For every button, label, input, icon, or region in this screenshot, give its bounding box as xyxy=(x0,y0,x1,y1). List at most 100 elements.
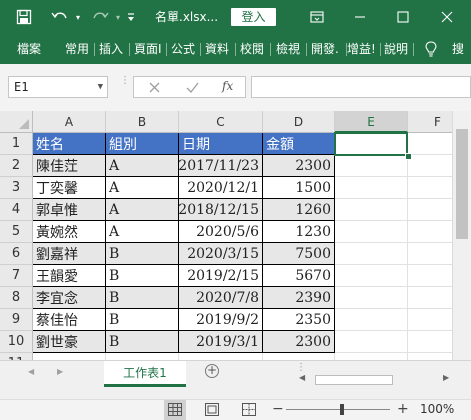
tab-help[interactable]: 說明 xyxy=(384,34,408,64)
cell-e11[interactable] xyxy=(335,353,408,360)
tab-file[interactable]: 檔案 xyxy=(17,34,41,64)
cell-b11[interactable] xyxy=(106,353,179,360)
zoom-slider-track[interactable] xyxy=(286,409,390,410)
selected-cell-e1[interactable] xyxy=(334,132,408,156)
zoom-out-button[interactable]: − xyxy=(272,401,284,417)
cell-f1[interactable] xyxy=(408,133,452,155)
cell-b5[interactable]: A xyxy=(106,221,179,243)
cell-e4[interactable] xyxy=(335,199,408,221)
cell-d8[interactable]: 2390 xyxy=(263,287,335,309)
ribbon-display-options-icon[interactable] xyxy=(303,0,331,34)
tab-view[interactable]: 檢視 xyxy=(276,34,300,64)
cell-e9[interactable] xyxy=(335,309,408,331)
tab-developer[interactable]: 開發. xyxy=(311,34,339,64)
cell-d4[interactable]: 1260 xyxy=(263,199,335,221)
cell-d5[interactable]: 1230 xyxy=(263,221,335,243)
save-icon[interactable] xyxy=(14,0,34,34)
tab-review[interactable]: 校閱 xyxy=(240,34,264,64)
cell-f2[interactable] xyxy=(408,155,452,177)
tab-split-dots-icon[interactable]: ⋮ xyxy=(296,363,306,373)
name-box[interactable]: E1 ▼ xyxy=(8,76,108,98)
undo-icon[interactable] xyxy=(48,0,72,34)
cell-c9[interactable]: 2019/9/2 xyxy=(179,309,263,331)
cell-c1[interactable]: 日期 xyxy=(179,133,263,155)
cell-c3[interactable]: 2020/12/1 xyxy=(179,177,263,199)
row-header-5[interactable]: 5 xyxy=(0,221,33,243)
cell-e2[interactable] xyxy=(335,155,408,177)
cell-a6[interactable]: 劉嘉祥 xyxy=(33,243,106,265)
horizontal-scrollbar[interactable]: ◀ ▶ xyxy=(299,373,471,387)
cell-f10[interactable] xyxy=(408,331,452,353)
zoom-level[interactable]: 100% xyxy=(420,402,454,416)
cell-b9[interactable]: B xyxy=(106,309,179,331)
normal-view-button[interactable] xyxy=(164,400,186,420)
cell-f7[interactable] xyxy=(408,265,452,287)
cell-e10[interactable] xyxy=(335,331,408,353)
fill-handle[interactable] xyxy=(405,153,412,160)
row-header-11[interactable]: 11 xyxy=(0,353,33,360)
cell-e7[interactable] xyxy=(335,265,408,287)
column-header-f[interactable]: F xyxy=(408,111,452,133)
customize-qat-icon[interactable] xyxy=(124,0,138,34)
undo-dropdown-icon[interactable]: ▾ xyxy=(72,0,84,34)
cell-d9[interactable]: 2350 xyxy=(263,309,335,331)
row-header-9[interactable]: 9 xyxy=(0,309,33,331)
column-header-b[interactable]: B xyxy=(106,111,179,133)
worksheet-grid[interactable]: A B C D E F 1234567891011 姓名組別日期金額陳佳茳A20… xyxy=(0,111,452,360)
cell-c4[interactable]: 2018/12/15 xyxy=(179,199,263,221)
cell-f9[interactable] xyxy=(408,309,452,331)
splitter-dots-icon[interactable]: ⋮ xyxy=(120,76,130,96)
formula-input[interactable] xyxy=(251,76,471,98)
zoom-in-button[interactable]: + xyxy=(397,401,409,417)
cell-d3[interactable]: 1500 xyxy=(263,177,335,199)
cell-a3[interactable]: 丁奕馨 xyxy=(33,177,106,199)
tab-data[interactable]: 資料 xyxy=(205,34,229,64)
cell-a4[interactable]: 郭卓惟 xyxy=(33,199,106,221)
cell-f5[interactable] xyxy=(408,221,452,243)
cell-d11[interactable] xyxy=(263,353,335,360)
cancel-icon[interactable] xyxy=(149,82,160,93)
maximize-icon[interactable] xyxy=(388,0,418,34)
tab-formulas[interactable]: 公式 xyxy=(171,34,195,64)
insert-function-icon[interactable]: fx xyxy=(222,79,233,93)
vertical-scrollbar[interactable] xyxy=(452,111,471,360)
redo-icon[interactable] xyxy=(88,0,112,34)
cell-b3[interactable]: A xyxy=(106,177,179,199)
cell-d2[interactable]: 2300 xyxy=(263,155,335,177)
cell-f11[interactable] xyxy=(408,353,452,360)
tab-search[interactable]: 搜 xyxy=(452,34,471,64)
cell-b8[interactable]: B xyxy=(106,287,179,309)
cell-b2[interactable]: A xyxy=(106,155,179,177)
cell-b10[interactable]: B xyxy=(106,331,179,353)
tab-addins[interactable]: 增益! xyxy=(347,34,380,64)
cell-f8[interactable] xyxy=(408,287,452,309)
cell-d7[interactable]: 5670 xyxy=(263,265,335,287)
row-header-10[interactable]: 10 xyxy=(0,331,33,353)
row-header-6[interactable]: 6 xyxy=(0,243,33,265)
cell-a7[interactable]: 王韻愛 xyxy=(33,265,106,287)
scroll-right-arrow-icon[interactable]: ▶ xyxy=(443,373,449,382)
redo-dropdown-icon[interactable]: ▾ xyxy=(112,0,124,34)
cell-e5[interactable] xyxy=(335,221,408,243)
vertical-scroll-thumb[interactable] xyxy=(456,129,468,239)
sheet-scroll-right-icon[interactable]: ▶ xyxy=(57,367,63,376)
name-box-dropdown-icon[interactable]: ▼ xyxy=(98,77,103,97)
cell-a2[interactable]: 陳佳茳 xyxy=(33,155,106,177)
column-header-d[interactable]: D xyxy=(263,111,335,133)
cell-c11[interactable] xyxy=(179,353,263,360)
cell-d1[interactable]: 金額 xyxy=(263,133,335,155)
horizontal-scroll-thumb[interactable] xyxy=(315,375,393,385)
cell-d10[interactable]: 2300 xyxy=(263,331,335,353)
cell-e6[interactable] xyxy=(335,243,408,265)
column-header-c[interactable]: C xyxy=(179,111,263,133)
login-button[interactable]: 登入 xyxy=(231,8,276,26)
column-header-a[interactable]: A xyxy=(33,111,106,133)
cell-b1[interactable]: 組別 xyxy=(106,133,179,155)
cell-a8[interactable]: 李宜念 xyxy=(33,287,106,309)
cell-c2[interactable]: 2017/11/23 xyxy=(179,155,263,177)
zoom-slider-thumb[interactable] xyxy=(340,404,344,415)
cell-c6[interactable]: 2020/3/15 xyxy=(179,243,263,265)
cell-c7[interactable]: 2019/2/15 xyxy=(179,265,263,287)
enter-check-icon[interactable] xyxy=(186,82,199,93)
row-header-1[interactable]: 1 xyxy=(0,133,33,155)
